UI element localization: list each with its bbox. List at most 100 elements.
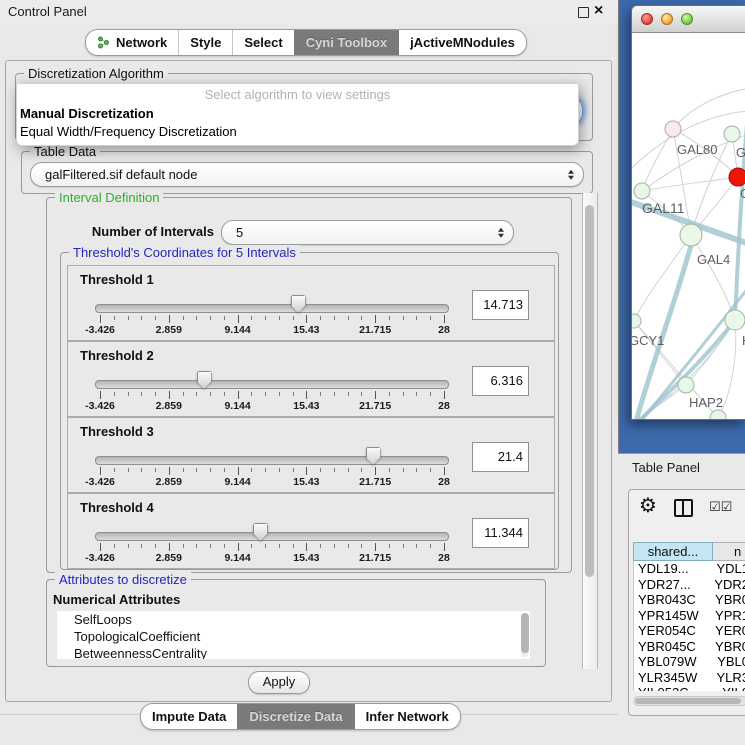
screen: Control Panel × NetworkStyleSelectCyni T… [0, 0, 745, 745]
column-header[interactable]: shared... [633, 542, 713, 561]
network-edge-highlighted[interactable] [735, 91, 745, 320]
table-body: YDL19...YDL1YDR27...YDR2YBR043CYBR0YPR14… [633, 561, 745, 691]
list-scrollbar-thumb[interactable] [521, 613, 529, 653]
thresholds-group: Threshold's Coordinates for 5 Intervals … [60, 252, 559, 570]
threshold-value-field[interactable]: 14.713 [472, 290, 529, 320]
attribute-item[interactable]: SelfLoops [57, 611, 530, 628]
tab-style[interactable]: Style [178, 30, 232, 55]
threshold-block: Threshold 1-3.4262.8599.14415.4321.71528… [67, 265, 555, 341]
panel-title: Control Panel [8, 4, 87, 19]
tab-cyni-toolbox[interactable]: Cyni Toolbox [294, 30, 398, 55]
network-node[interactable] [632, 314, 641, 328]
top-tab-bar: NetworkStyleSelectCyni ToolboxjActiveMNo… [85, 29, 527, 56]
slider-track[interactable] [95, 456, 449, 465]
node-label: GCY1 [632, 333, 664, 348]
tab-discretize-data[interactable]: Discretize Data [237, 704, 353, 729]
mac-zoom-icon[interactable] [681, 13, 693, 25]
network-node[interactable] [680, 224, 702, 246]
table-row[interactable]: YBR045CYBR0 [634, 639, 745, 655]
checkbox-icons[interactable]: ☑☑ [709, 499, 732, 515]
close-icon[interactable]: × [594, 1, 603, 21]
numerical-attributes-list[interactable]: SelfLoopsTopologicalCoefficientBetweenne… [57, 611, 530, 659]
control-panel-titlebar: Control Panel × [0, 0, 618, 24]
table-row[interactable]: YBL079WYBL0 [634, 654, 745, 670]
network-icon [97, 36, 110, 49]
threshold-value-field[interactable]: 21.4 [472, 442, 529, 472]
split-panel-icon[interactable] [674, 499, 693, 517]
algorithm-option[interactable]: Manual Discretization [19, 105, 576, 123]
interval-definition-label: Interval Definition [55, 190, 163, 205]
network-window: GAL80GAGAL11CGAL4GCY1HHAP2 [631, 5, 745, 420]
network-node[interactable] [678, 377, 694, 393]
network-node[interactable] [665, 121, 681, 137]
slider-track[interactable] [95, 380, 449, 389]
main-scrollbar[interactable] [582, 193, 598, 669]
slider-ticks [100, 391, 444, 400]
network-node[interactable] [634, 183, 650, 199]
threshold-label: Threshold 4 [80, 500, 154, 515]
slider-handle[interactable] [197, 371, 212, 389]
mac-minimize-icon[interactable] [661, 13, 673, 25]
threshold-value-field[interactable]: 6.316 [472, 366, 529, 396]
network-node[interactable] [729, 168, 745, 186]
table-row[interactable]: YLR345WYLR3 [634, 670, 745, 686]
dropdown-options: Manual DiscretizationEqual Width/Frequen… [19, 105, 576, 140]
attribute-item[interactable]: TopologicalCoefficient [57, 628, 530, 645]
number-of-intervals-combo[interactable]: 5 [221, 220, 514, 245]
slider-track[interactable] [95, 532, 449, 541]
slider-tick-labels: -3.4262.8599.14415.4321.71528 [100, 476, 444, 489]
table-header-row: shared...n [633, 542, 745, 561]
node-label: GA [736, 145, 745, 160]
network-edge[interactable] [673, 88, 745, 129]
cyni-toolbox-panel: Discretization Algorithm Select algorith… [5, 60, 612, 702]
gear-icon[interactable]: ⚙ [639, 494, 657, 518]
network-canvas[interactable]: GAL80GAGAL11CGAL4GCY1HHAP2 [632, 33, 745, 419]
column-header[interactable]: n [713, 542, 745, 561]
numerical-attributes-label: Numerical Attributes [53, 592, 180, 607]
list-scrollbar[interactable] [521, 613, 529, 657]
threshold-block: Threshold 4-3.4262.8599.14415.4321.71528… [67, 493, 555, 569]
attribute-items: SelfLoopsTopologicalCoefficientBetweenne… [57, 611, 530, 659]
apply-button[interactable]: Apply [248, 671, 310, 694]
slider-track[interactable] [95, 304, 449, 313]
mac-close-icon[interactable] [641, 13, 653, 25]
slider-handle[interactable] [253, 523, 268, 541]
float-window-icon[interactable] [578, 7, 589, 18]
algorithm-dropdown-popup[interactable]: Select algorithm to view settings Manual… [16, 83, 579, 146]
network-node[interactable] [725, 310, 745, 330]
network-graph[interactable]: GAL80GAGAL11CGAL4GCY1HHAP2 [632, 33, 745, 419]
table-row[interactable]: YDR27...YDR2 [634, 577, 745, 593]
table-row[interactable]: YPR145WYPR1 [634, 608, 745, 624]
main-scrollbar-thumb[interactable] [585, 205, 594, 577]
threshold-value-field[interactable]: 11.344 [472, 518, 529, 548]
table-row[interactable]: YIL052CYIL0 [634, 685, 745, 691]
table-row[interactable]: YDL19...YDL1 [634, 561, 745, 577]
tab-impute-data[interactable]: Impute Data [141, 704, 237, 729]
network-node[interactable] [724, 126, 740, 142]
attribute-item[interactable]: BetweennessCentrality [57, 645, 530, 659]
tab-jactivemnodules[interactable]: jActiveMNodules [398, 30, 526, 55]
horizontal-scrollbar-thumb[interactable] [635, 698, 741, 704]
slider-tick-labels: -3.4262.8599.14415.4321.71528 [100, 324, 444, 337]
slider-handle[interactable] [366, 447, 381, 465]
network-edge[interactable] [642, 177, 738, 191]
table-data-group: Table Data galFiltered.sif default node [21, 151, 593, 194]
horizontal-scrollbar[interactable] [633, 696, 745, 706]
algorithm-option[interactable]: Equal Width/Frequency Discretization [19, 123, 576, 141]
network-edge[interactable] [642, 129, 673, 191]
node-label: HAP2 [689, 395, 723, 410]
table-panel-title: Table Panel [632, 460, 700, 475]
slider-handle[interactable] [291, 295, 306, 313]
tab-select[interactable]: Select [232, 30, 293, 55]
tab-infer-network[interactable]: Infer Network [354, 704, 460, 729]
network-edge[interactable] [636, 418, 718, 419]
tab-network[interactable]: Network [86, 30, 178, 55]
network-edge[interactable] [691, 235, 735, 320]
chevron-updown-icon [568, 169, 574, 180]
table-data-value: galFiltered.sif default node [45, 163, 197, 186]
table-data-combo[interactable]: galFiltered.sif default node [30, 162, 584, 187]
table-row[interactable]: YBR043CYBR0 [634, 592, 745, 608]
network-window-titlebar [632, 6, 745, 33]
table-panel-box: ⚙ ☑☑ shared...n YDL19...YDL1YDR27...YDR2… [628, 489, 745, 716]
table-row[interactable]: YER054CYER0 [634, 623, 745, 639]
